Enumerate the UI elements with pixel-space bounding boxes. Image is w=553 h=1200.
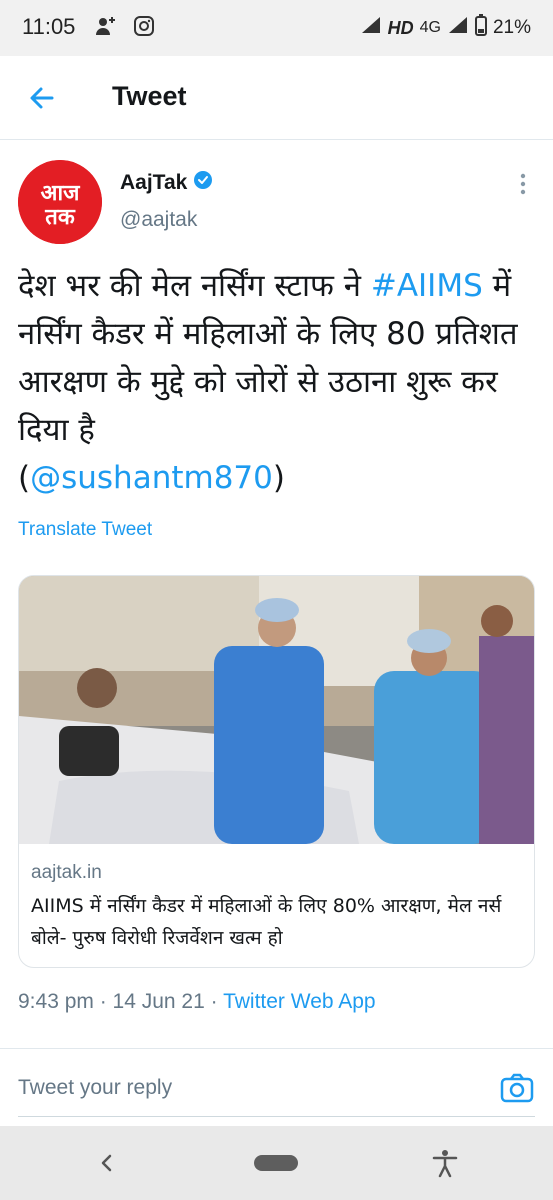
battery-percent: 21% — [492, 17, 531, 38]
accessibility-button[interactable] — [430, 1148, 460, 1178]
nav-back-icon — [96, 1154, 116, 1180]
app-header: Tweet — [0, 56, 553, 140]
card-domain: aajtak.in — [31, 862, 102, 883]
signal-icon — [360, 15, 382, 41]
reply-underline — [18, 1116, 535, 1117]
translate-tweet-link[interactable]: Translate Tweet — [18, 519, 152, 541]
accessibility-icon — [430, 1150, 460, 1182]
home-pill-icon[interactable] — [254, 1155, 298, 1171]
status-left-icons — [94, 14, 156, 43]
svg-text:तक: तक — [44, 205, 76, 230]
tweet-meta: 9:43 pm · 14 Jun 21 · Twitter Web App — [18, 990, 376, 1014]
more-vertical-icon — [517, 173, 529, 200]
status-bar: 11:05 HD 4G 21% — [0, 0, 553, 56]
card-image — [19, 576, 534, 844]
mention-close-paren: ) — [272, 460, 285, 496]
network-type: 4G — [419, 19, 441, 36]
status-right: HD 4G 21% — [360, 14, 531, 42]
status-time: 11:05 — [22, 14, 76, 39]
mention-open-paren: ( — [18, 460, 31, 496]
more-options-button[interactable] — [517, 172, 529, 196]
tweet-source-link[interactable]: Twitter Web App — [223, 990, 376, 1013]
page-title: Tweet — [112, 81, 187, 111]
back-arrow-icon — [22, 87, 62, 122]
signal-icon — [447, 15, 469, 41]
hashtag-link[interactable]: #AIIMS — [371, 268, 483, 304]
reply-input[interactable]: Tweet your reply — [18, 1076, 172, 1100]
divider — [0, 1048, 553, 1049]
camera-icon — [499, 1073, 535, 1110]
tweet-text-part1: देश भर की मेल नर्सिंग स्टाफ ने — [18, 268, 371, 304]
reply-bar: Tweet your reply — [0, 1060, 553, 1120]
author-name[interactable]: AajTak — [120, 170, 213, 196]
author-handle[interactable]: @aajtak — [120, 208, 197, 232]
tweet-timestamp: 9:43 pm · 14 Jun 21 · — [18, 990, 224, 1013]
verified-badge-icon — [193, 170, 213, 196]
back-button[interactable] — [22, 78, 62, 118]
avatar[interactable]: आज तक — [18, 160, 102, 244]
link-card[interactable]: aajtak.in AIIMS में नर्सिंग कैडर में महि… — [18, 575, 535, 968]
instagram-icon — [132, 14, 156, 43]
network-hd: HD — [387, 17, 414, 38]
card-title: AIIMS में नर्सिंग कैडर में महिलाओं के लि… — [31, 895, 502, 949]
avatar-logo-text: आज — [41, 181, 81, 206]
tweet-text: देश भर की मेल नर्सिंग स्टाफ ने #AIIMS मे… — [18, 262, 538, 502]
nav-back-button[interactable] — [96, 1150, 116, 1176]
system-nav-bar — [0, 1126, 553, 1200]
author-name-text: AajTak — [120, 171, 188, 194]
camera-button[interactable] — [499, 1070, 535, 1106]
battery-icon — [474, 14, 487, 42]
add-contact-icon — [94, 14, 118, 43]
mention-link[interactable]: @sushantm870 — [30, 460, 273, 496]
